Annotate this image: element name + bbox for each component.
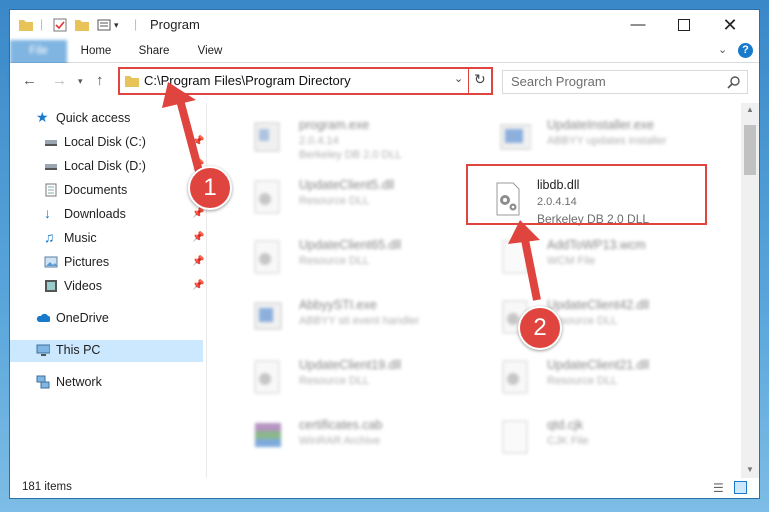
step-badge-2: 2 bbox=[518, 306, 562, 350]
arrow-1-shaft bbox=[176, 98, 204, 177]
arrow-2-head bbox=[508, 220, 540, 244]
step-badge-1: 1 bbox=[188, 166, 232, 210]
arrow-2-shaft bbox=[521, 239, 541, 301]
annotation-arrows bbox=[162, 82, 541, 301]
